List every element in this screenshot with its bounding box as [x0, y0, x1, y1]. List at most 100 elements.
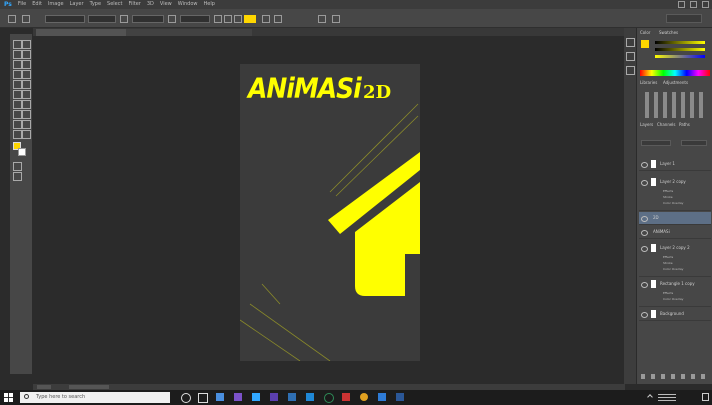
zoom-level-field[interactable] — [37, 385, 51, 389]
layer-actions-bar[interactable] — [641, 374, 709, 379]
dodge-tool-icon[interactable] — [13, 100, 22, 109]
commit-icon[interactable] — [332, 15, 340, 23]
chevron-up-icon[interactable] — [647, 394, 653, 400]
layer-row[interactable]: ANiMASi — [639, 226, 711, 239]
visibility-eye-icon[interactable] — [641, 216, 648, 222]
align-left-icon[interactable] — [214, 15, 222, 23]
blue-slider[interactable] — [655, 55, 705, 58]
cancel-icon[interactable] — [318, 15, 326, 23]
maximize-icon[interactable] — [690, 1, 697, 8]
document-tab-active[interactable] — [36, 29, 130, 36]
visibility-eye-icon[interactable] — [641, 180, 648, 186]
type-tool-icon[interactable] — [13, 110, 22, 119]
menu-edit[interactable]: Edit — [32, 2, 42, 7]
tab-libraries[interactable]: Libraries — [640, 80, 657, 86]
edit-toolbar-icon[interactable] — [22, 130, 31, 139]
tab-channels[interactable]: Channels — [657, 122, 676, 128]
tab-paths[interactable]: Paths — [679, 122, 690, 128]
marquee-tool-icon[interactable] — [22, 40, 31, 49]
layer-row-selected[interactable]: 2D — [639, 212, 711, 225]
taskbar-search-box[interactable]: Type here to search — [20, 392, 170, 403]
menu-layer[interactable]: Layer — [70, 2, 84, 7]
menu-file[interactable]: File — [18, 2, 26, 7]
menu-help[interactable]: Help — [204, 2, 215, 7]
menu-view[interactable]: View — [160, 2, 172, 7]
layer-row[interactable]: Rectangle 1 copy Effects Color Overlay — [639, 278, 711, 307]
layer-effect-item[interactable]: Stroke — [663, 195, 673, 200]
photoshop-taskbar-icon[interactable] — [252, 393, 260, 401]
antialias-select[interactable] — [180, 15, 210, 23]
brush-tool-icon[interactable] — [22, 70, 31, 79]
text-color-swatch[interactable] — [244, 15, 256, 23]
workspace-switcher[interactable] — [666, 14, 702, 23]
properties-panel-icon[interactable] — [626, 52, 635, 61]
layer-effect-item[interactable]: Color Overlay — [663, 297, 683, 302]
visibility-eye-icon[interactable] — [641, 246, 648, 252]
red-slider[interactable] — [655, 41, 705, 44]
screen-mode-icon[interactable] — [13, 172, 22, 181]
document-canvas[interactable]: ANiMASi 2D — [240, 64, 420, 361]
clock[interactable] — [658, 393, 676, 401]
eraser-tool-icon[interactable] — [13, 90, 22, 99]
tab-color[interactable]: Color — [640, 30, 650, 36]
opacity-field[interactable] — [681, 140, 707, 146]
windows-start-icon[interactable] — [4, 393, 13, 402]
zoom-tool-icon[interactable] — [13, 130, 22, 139]
app-icon[interactable] — [216, 393, 224, 401]
font-style-select[interactable] — [88, 15, 116, 23]
app-icon[interactable] — [396, 393, 404, 401]
eyedropper-tool-icon[interactable] — [22, 60, 31, 69]
layer-row[interactable]: Layer 1 — [639, 158, 711, 171]
layer-effect-item[interactable]: Color Overlay — [663, 201, 683, 206]
history-brush-tool-icon[interactable] — [22, 80, 31, 89]
layer-effect-item[interactable]: Stroke — [663, 261, 673, 266]
visibility-eye-icon[interactable] — [641, 162, 648, 168]
clone-stamp-tool-icon[interactable] — [13, 80, 22, 89]
crop-tool-icon[interactable] — [13, 60, 22, 69]
layer-row[interactable]: Layer 2 copy 2 Effects Stroke Color Over… — [639, 242, 711, 277]
font-size-select[interactable] — [132, 15, 164, 23]
color-spectrum[interactable] — [640, 70, 710, 76]
menu-type[interactable]: Type — [90, 2, 101, 7]
task-view-icon[interactable] — [198, 393, 208, 403]
layer-row[interactable]: Background — [639, 308, 711, 321]
close-icon[interactable] — [702, 1, 709, 8]
cortana-icon[interactable] — [181, 393, 191, 403]
notification-icon[interactable] — [702, 393, 709, 401]
tab-adjustments[interactable]: Adjustments — [663, 80, 688, 86]
app-icon[interactable] — [306, 393, 314, 401]
edge-browser-icon[interactable] — [324, 393, 334, 403]
app-icon[interactable] — [378, 393, 386, 401]
align-right-icon[interactable] — [234, 15, 242, 23]
pen-tool-icon[interactable] — [22, 100, 31, 109]
shape-tool-icon[interactable] — [13, 120, 22, 129]
path-selection-tool-icon[interactable] — [22, 110, 31, 119]
visibility-eye-icon[interactable] — [641, 230, 648, 236]
document-tab[interactable] — [126, 29, 252, 36]
align-center-icon[interactable] — [224, 15, 232, 23]
move-tool-icon[interactable] — [13, 40, 22, 49]
history-panel-icon[interactable] — [626, 38, 635, 47]
app-icon[interactable] — [270, 393, 278, 401]
character-panel-icon[interactable] — [274, 15, 282, 23]
app-icon[interactable] — [234, 393, 242, 401]
visibility-eye-icon[interactable] — [641, 282, 648, 288]
paragraph-panel-icon[interactable] — [626, 66, 635, 75]
gradient-tool-icon[interactable] — [22, 90, 31, 99]
magic-wand-tool-icon[interactable] — [22, 50, 31, 59]
layer-effect-item[interactable]: Color Overlay — [663, 267, 683, 272]
color-picker-swatch[interactable] — [641, 40, 649, 48]
quick-mask-icon[interactable] — [13, 162, 22, 171]
tab-layers[interactable]: Layers — [640, 122, 653, 128]
healing-brush-tool-icon[interactable] — [13, 70, 22, 79]
type-tool-icon[interactable] — [8, 15, 16, 23]
menu-3d[interactable]: 3D — [147, 2, 154, 7]
background-color-swatch[interactable] — [18, 148, 26, 156]
menu-filter[interactable]: Filter — [128, 2, 140, 7]
hand-tool-icon[interactable] — [22, 120, 31, 129]
orientation-icon[interactable] — [22, 15, 30, 23]
visibility-eye-icon[interactable] — [641, 312, 648, 318]
blend-mode-select[interactable] — [641, 140, 671, 146]
app-icon[interactable] — [342, 393, 350, 401]
layer-row[interactable]: Layer 2 copy Effects Stroke Color Overla… — [639, 176, 711, 211]
